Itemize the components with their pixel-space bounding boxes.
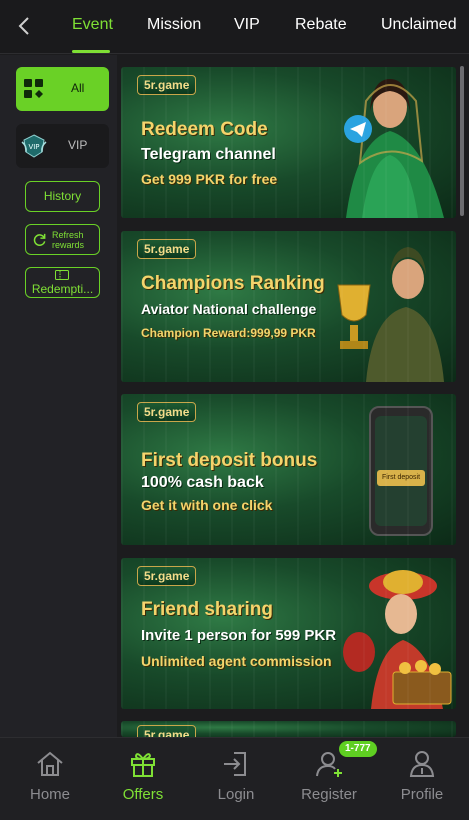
banner-first-deposit[interactable]: 5r.game First deposit bonus 100% cash ba… [121,394,456,545]
banner-subtitle: 100% cash back [141,474,264,491]
nav-offers-label: Offers [122,786,164,803]
active-tab-indicator [72,50,110,53]
brand-logo: 5r.game [137,566,197,586]
profile-icon [409,751,435,777]
nav-home-label: Home [29,786,70,803]
redemption-label: Redempti... [31,282,94,296]
tab-rebate[interactable]: Rebate [295,16,347,34]
bottom-nav-bar: Home Offers Login Register Profile [0,737,469,820]
svg-text:VIP: VIP [28,143,39,151]
banner-subtitle: Invite 1 person for 599 PKR [141,627,337,644]
banner-offer: Champion Reward:999,99 PKR [141,326,316,340]
banner-title: Redeem Code [141,119,268,140]
banner-champions-ranking[interactable]: 5r.game Champions Ranking Aviator Nation… [121,231,456,382]
banner-title: Champions Ranking [141,273,325,294]
history-button[interactable]: History [25,181,100,212]
banner-title: First deposit bonus [141,450,318,471]
refresh-rewards-button[interactable]: Refresh rewards [25,224,100,255]
tab-event[interactable]: Event [72,16,113,34]
first-deposit-phone-button: First deposit [377,470,425,486]
brand-logo: 5r.game [137,239,197,259]
banner-offer: Get it with one click [141,497,273,513]
woman-telegram-illustration [344,79,444,218]
brand-logo: 5r.game [137,402,197,422]
ticket-icon [55,270,69,280]
vip-badge-icon: VIP [21,134,47,158]
banner-offer: Get 999 PKR for free [141,171,278,187]
top-tab-bar: Event Mission VIP Rebate Unclaimed [0,0,469,54]
category-vip-label: VIP [68,138,88,152]
tab-mission[interactable]: Mission [147,16,201,34]
banner-redeem-code[interactable]: 5r.game Redeem Code Telegram channel Get… [121,67,456,218]
refresh-icon [33,233,46,246]
redemption-button[interactable]: Redempti... [25,267,100,298]
gift-icon [131,753,155,777]
nav-profile-label: Profile [400,786,444,803]
pilot-trophy-illustration [337,247,444,382]
back-arrow-icon[interactable] [10,12,38,40]
category-vip-button[interactable]: VIP VIP [16,124,109,168]
brand-logo: 5r.game [137,75,197,95]
home-icon [37,751,63,776]
banner-title: Friend sharing [141,599,273,620]
nav-login-label: Login [217,786,255,803]
banner-offer: Unlimited agent commission [141,653,332,669]
category-all-button[interactable]: All [16,67,109,111]
nav-login[interactable]: Login [189,738,283,820]
banner-friend-sharing[interactable]: 5r.game Friend sharing Invite 1 person f… [121,558,456,709]
login-icon [224,752,246,776]
nav-register-label: Register [301,786,357,803]
register-bonus-badge: 1-777 [339,741,377,757]
nav-profile[interactable]: Profile [375,738,469,820]
tab-vip[interactable]: VIP [234,16,260,34]
woman-treasure-illustration [343,570,452,709]
nav-offers[interactable]: Offers [96,738,190,820]
refresh-rewards-label: Refresh rewards [52,230,85,250]
grid-icon [24,79,43,98]
brand-logo: 5r.game [137,725,197,737]
tab-unclaimed[interactable]: Unclaimed [381,16,457,34]
scrollbar[interactable] [460,66,464,216]
banner-partial[interactable]: 5r.game [121,721,456,737]
category-sidebar: All VIP VIP History Refresh rewards Rede… [0,55,117,737]
phone-illustration: First deposit [369,406,433,536]
nav-home[interactable]: Home [3,738,97,820]
category-all-label: All [71,81,85,95]
banner-subtitle: Aviator National challenge [141,301,317,317]
banner-subtitle: Telegram channel [141,146,276,163]
